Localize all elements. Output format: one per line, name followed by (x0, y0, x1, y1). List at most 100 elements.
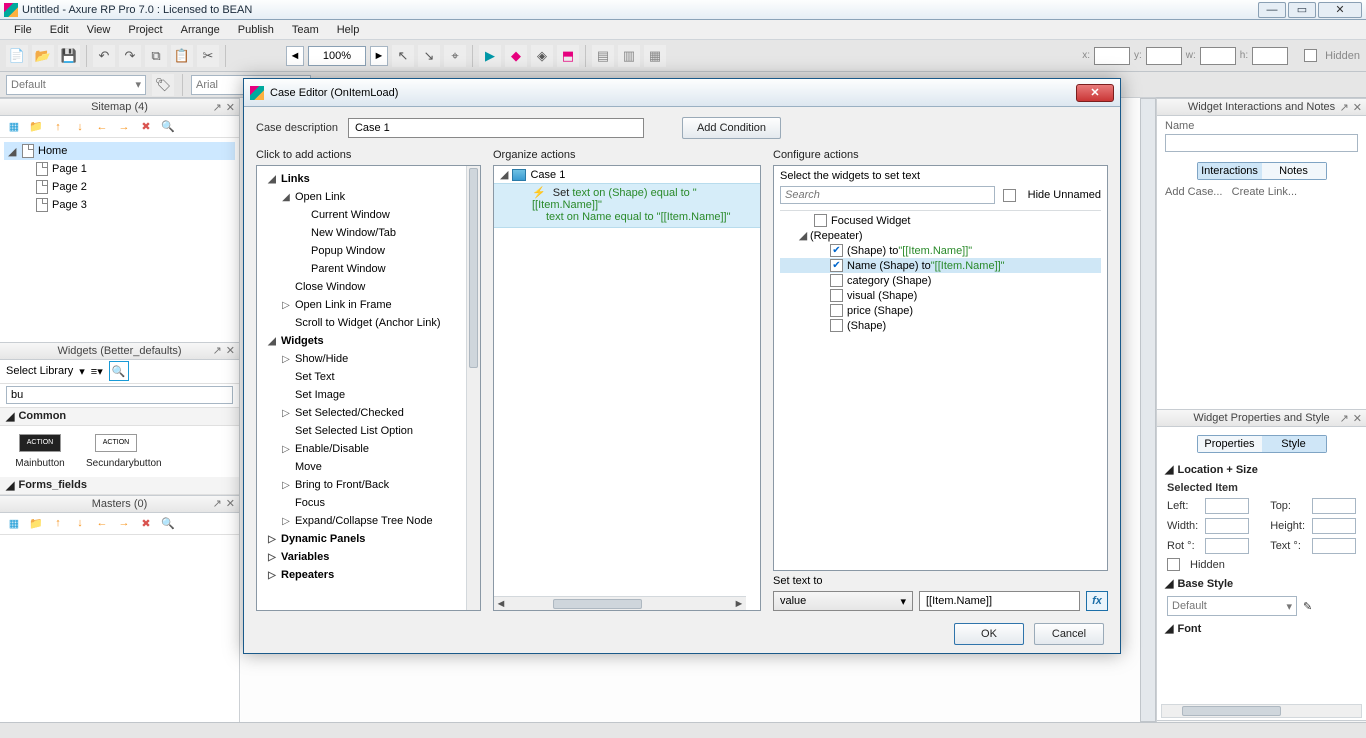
checkbox[interactable] (814, 214, 827, 227)
section-location-size[interactable]: ◢Location + Size (1157, 459, 1366, 480)
master-outdent-icon[interactable]: ← (94, 515, 110, 531)
search-sitemap-icon[interactable]: 🔍 (160, 119, 176, 135)
configure-search-input[interactable] (780, 186, 995, 204)
cut-icon[interactable]: ✂ (197, 45, 219, 67)
master-up-icon[interactable]: ↑ (50, 515, 66, 531)
search-masters-icon[interactable]: 🔍 (160, 515, 176, 531)
action-item[interactable]: ▷Enable/Disable (257, 440, 480, 458)
generate-icon[interactable]: ⬒ (557, 45, 579, 67)
base-style-combo[interactable]: Default▾ (1167, 596, 1297, 616)
add-folder-icon[interactable]: 📁 (28, 119, 44, 135)
lib-search-icon[interactable]: 🔍 (109, 361, 129, 381)
close-button[interactable]: ✕ (1318, 2, 1362, 18)
ok-button[interactable]: OK (954, 623, 1024, 645)
organize-hscroll[interactable]: ◄ ► (494, 596, 746, 610)
paste-icon[interactable]: 📋 (171, 45, 193, 67)
section-font[interactable]: ◢Font (1157, 618, 1366, 639)
configure-widget-row[interactable]: ✔(Shape) to "[[Item.Name]]" (780, 243, 1101, 258)
width-input[interactable] (1205, 518, 1249, 534)
panel-close-icon[interactable]: ✕ (226, 101, 235, 114)
height-input[interactable] (1312, 518, 1356, 534)
delete-page-icon[interactable]: ✖ (138, 119, 154, 135)
section-forms[interactable]: ◢Forms_fields (0, 477, 239, 495)
checkbox[interactable]: ✔ (830, 244, 843, 257)
sitemap-item-page1[interactable]: Page 1 (4, 160, 235, 178)
props-hscroll[interactable] (1161, 704, 1362, 718)
panel-pop-icon[interactable]: ↗ (1340, 101, 1349, 114)
menu-file[interactable]: File (6, 22, 40, 38)
scroll-right-icon[interactable]: ► (732, 598, 746, 610)
action-item[interactable]: Parent Window (257, 260, 480, 278)
configure-widget-row[interactable]: category (Shape) (780, 273, 1101, 288)
checkbox[interactable] (830, 289, 843, 302)
menu-help[interactable]: Help (329, 22, 368, 38)
action-item[interactable]: Close Window (257, 278, 480, 296)
panel-pop-icon[interactable]: ↗ (213, 497, 222, 510)
scroll-left-icon[interactable]: ◄ (494, 598, 508, 610)
align-center-icon[interactable]: ▥ (618, 45, 640, 67)
left-input[interactable] (1205, 498, 1249, 514)
organize-action-row[interactable]: ⚡ Set text on (Shape) equal to "[[Item.N… (494, 183, 760, 228)
hide-unnamed-checkbox[interactable] (1003, 189, 1016, 202)
edit-style-icon[interactable]: ✎ (1303, 600, 1312, 613)
move-down-icon[interactable]: ↓ (72, 119, 88, 135)
action-item[interactable]: ▷Repeaters (257, 566, 480, 584)
delete-master-icon[interactable]: ✖ (138, 515, 154, 531)
actions-scroll[interactable] (466, 166, 480, 610)
sitemap-item-page2[interactable]: Page 2 (4, 178, 235, 196)
action-item[interactable]: ▷Set Selected/Checked (257, 404, 480, 422)
menu-project[interactable]: Project (120, 22, 170, 38)
connector-tool-icon[interactable]: ↘ (418, 45, 440, 67)
caret-icon[interactable]: ◢ (500, 168, 508, 181)
panel-close-icon[interactable]: ✕ (226, 344, 235, 357)
configure-widget-row[interactable]: visual (Shape) (780, 288, 1101, 303)
action-item[interactable]: Focus (257, 494, 480, 512)
redo-icon[interactable]: ↷ (119, 45, 141, 67)
preview-icon[interactable]: ▶ (479, 45, 501, 67)
action-item[interactable]: Set Selected List Option (257, 422, 480, 440)
tab-interactions[interactable]: Interactions (1198, 163, 1262, 179)
coord-w-input[interactable] (1200, 47, 1236, 65)
indent-icon[interactable]: → (116, 119, 132, 135)
maximize-button[interactable]: ▭ (1288, 2, 1316, 18)
coord-h-input[interactable] (1252, 47, 1288, 65)
organize-case-row[interactable]: ◢Case 1 (494, 166, 760, 183)
action-item[interactable]: Set Image (257, 386, 480, 404)
action-item[interactable]: Current Window (257, 206, 480, 224)
action-item[interactable]: New Window/Tab (257, 224, 480, 242)
zoom-next[interactable]: ► (370, 46, 388, 66)
action-item[interactable]: Move (257, 458, 480, 476)
undo-icon[interactable]: ↶ (93, 45, 115, 67)
zoom-value[interactable]: 100% (308, 46, 366, 66)
add-page-icon[interactable]: ▦ (6, 119, 22, 135)
action-item[interactable]: Popup Window (257, 242, 480, 260)
tab-properties[interactable]: Properties (1198, 436, 1262, 452)
value-input[interactable] (919, 591, 1080, 611)
style-combo[interactable]: Default▾ (6, 75, 146, 95)
menu-view[interactable]: View (79, 22, 119, 38)
action-item[interactable]: ▷Variables (257, 548, 480, 566)
case-desc-input[interactable] (348, 118, 644, 138)
panel-pop-icon[interactable]: ↗ (213, 344, 222, 357)
hidden-checkbox[interactable] (1304, 49, 1317, 62)
action-item[interactable]: ◢Open Link (257, 188, 480, 206)
widget-name-input[interactable] (1165, 134, 1358, 152)
menu-arrange[interactable]: Arrange (173, 22, 228, 38)
configure-widget-row[interactable]: price (Shape) (780, 303, 1101, 318)
zoom-prev[interactable]: ◄ (286, 46, 304, 66)
selection-tool-icon[interactable]: ↖ (392, 45, 414, 67)
sitemap-item-home[interactable]: ◢ Home (4, 142, 235, 160)
checkbox[interactable] (830, 274, 843, 287)
align-right-icon[interactable]: ▦ (644, 45, 666, 67)
sitemap-item-page3[interactable]: Page 3 (4, 196, 235, 214)
align-left-icon[interactable]: ▤ (592, 45, 614, 67)
caret-icon[interactable]: ◢ (798, 229, 808, 242)
save-icon[interactable]: 💾 (58, 45, 80, 67)
menu-edit[interactable]: Edit (42, 22, 77, 38)
copy-icon[interactable]: ⧉ (145, 45, 167, 67)
panel-close-icon[interactable]: ✕ (1353, 412, 1362, 425)
caret-icon[interactable]: ◢ (8, 145, 18, 158)
checkbox[interactable] (830, 304, 843, 317)
chevron-down-icon[interactable]: ▾ (79, 365, 85, 378)
add-case-link[interactable]: Add Case... (1165, 186, 1222, 198)
